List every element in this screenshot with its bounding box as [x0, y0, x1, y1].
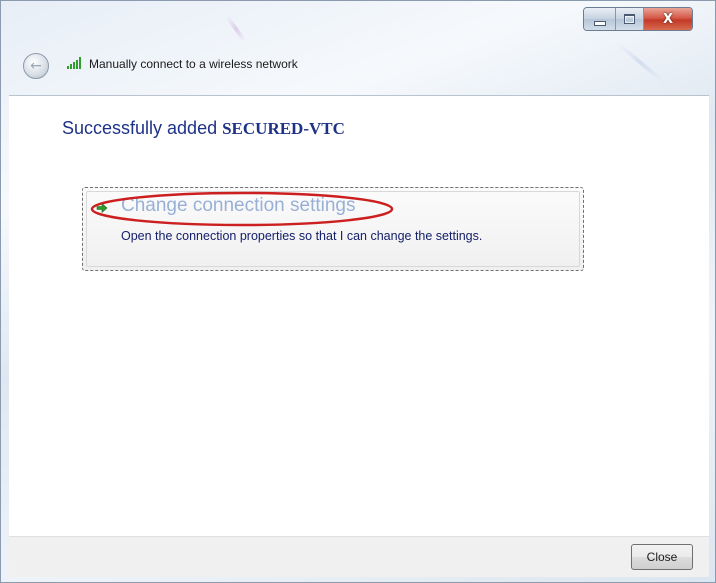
glass-decoration — [616, 42, 666, 84]
heading-text: Successfully added — [62, 118, 223, 138]
dialog-footer: Close — [9, 536, 709, 577]
command-link-title: Change connection settings — [121, 195, 356, 216]
caption-buttons: X — [583, 7, 693, 31]
close-button[interactable]: Close — [631, 544, 693, 570]
change-connection-settings-link[interactable]: Change connection settings Open the conn… — [82, 187, 584, 271]
page-heading: Successfully added SECURED-VTC — [62, 118, 345, 139]
minimize-icon — [593, 20, 606, 26]
content-area: Successfully added SECURED-VTC Change co… — [9, 95, 709, 537]
dialog-window: X ← Manually connect to a wireless netwo… — [0, 0, 716, 583]
window-title: Manually connect to a wireless network — [89, 57, 298, 71]
close-window-button[interactable]: X — [644, 8, 692, 30]
close-icon: X — [662, 11, 674, 27]
maximize-button[interactable] — [616, 8, 644, 30]
green-arrow-icon — [96, 202, 108, 214]
back-button[interactable]: ← — [23, 53, 49, 79]
minimize-button[interactable] — [584, 8, 616, 30]
maximize-icon — [624, 14, 635, 24]
command-link-description: Open the connection properties so that I… — [121, 229, 483, 243]
network-name: SECURED-VTC — [222, 119, 345, 138]
back-arrow-icon: ← — [30, 58, 42, 74]
wireless-signal-icon — [67, 57, 81, 69]
glass-decoration — [225, 15, 247, 43]
